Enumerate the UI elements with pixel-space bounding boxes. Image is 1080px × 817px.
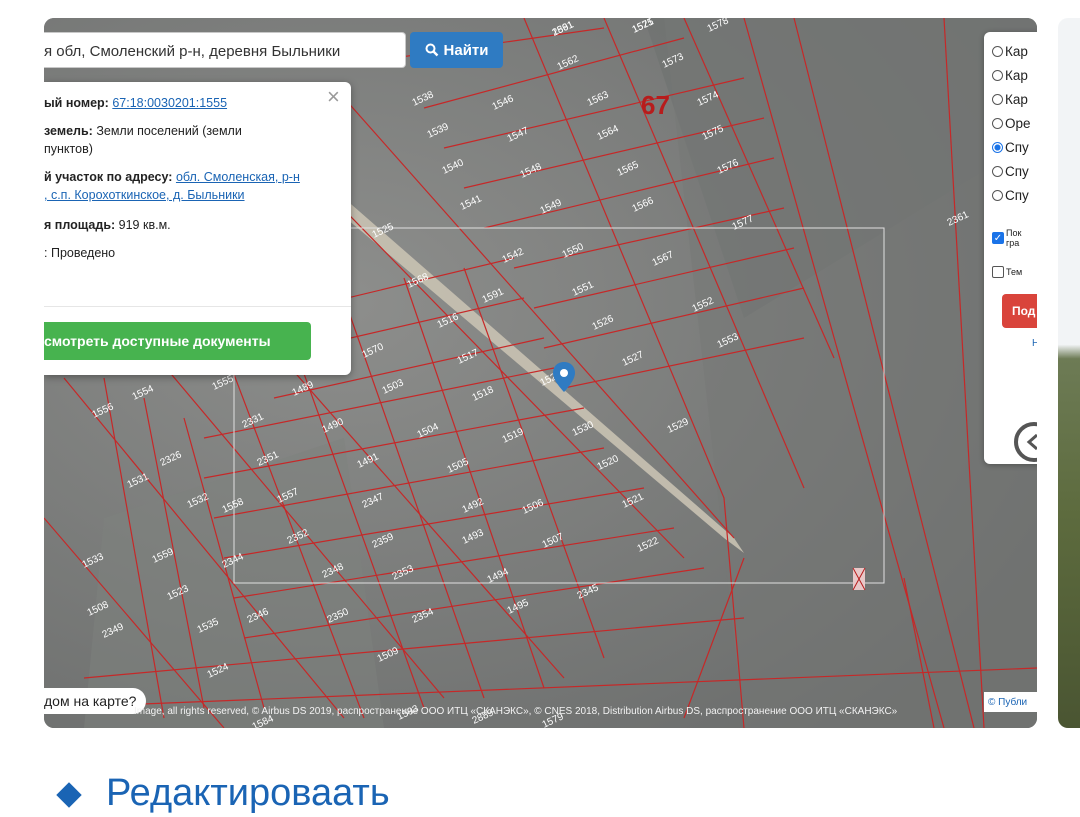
- address-label: й участок по адресу:: [44, 170, 173, 184]
- layer-option[interactable]: Оре: [992, 116, 1031, 131]
- category-value: Земли поселений (земли: [96, 124, 242, 138]
- radio-icon: [992, 118, 1003, 129]
- checkbox-checked-icon: ✓: [992, 232, 1004, 244]
- radio-icon: [992, 166, 1003, 177]
- submit-button[interactable]: Под: [1002, 294, 1037, 328]
- submit-button-label: Под: [1012, 304, 1036, 318]
- layer-option-label: Спу: [1005, 188, 1029, 203]
- radio-icon: [992, 94, 1003, 105]
- search-icon: [425, 43, 438, 57]
- layer-option-label: Кар: [1005, 92, 1028, 107]
- checkbox-theme[interactable]: Тем: [992, 266, 1022, 278]
- status-label: :: [44, 246, 48, 260]
- category-value-2: пунктов): [44, 142, 93, 156]
- layer-option[interactable]: Кар: [992, 68, 1028, 83]
- search-button[interactable]: Найти: [410, 32, 503, 68]
- divider: [44, 306, 351, 307]
- area-label: я площадь:: [44, 218, 116, 232]
- area-value: 919 кв.м.: [118, 218, 171, 232]
- map-card[interactable]: 67 1561 1571 1578 1562 1573 1538 1546 1563 1574 1…: [44, 18, 1037, 728]
- layer-option[interactable]: Кар: [992, 44, 1028, 59]
- edit-link[interactable]: Редактироваать: [56, 772, 390, 815]
- map-attribution: Image, all rights reserved, © Airbus DS …: [134, 706, 898, 717]
- checkbox-borders-label: Пок: [1006, 228, 1022, 238]
- radio-icon: [992, 70, 1003, 81]
- layer-option[interactable]: Спу: [992, 164, 1029, 179]
- category-label: земель:: [44, 124, 93, 138]
- layer-option[interactable]: Кар: [992, 92, 1028, 107]
- layer-switcher-panel: Кар Кар Кар Оре Спу Спу Спу ✓ Пок гра Тем Под Н: [984, 32, 1037, 464]
- edit-link-label: Редактироваать: [106, 772, 390, 814]
- search-button-label: Найти: [443, 41, 489, 59]
- checkbox-theme-label: Тем: [1006, 267, 1023, 277]
- edit-pencil-icon: [56, 782, 82, 808]
- layer-option-label: Кар: [1005, 44, 1028, 59]
- status-value: Проведено: [50, 246, 116, 260]
- parcel-info-popup: × ый номер: 67:18:0030201:1555 земель: З…: [44, 82, 351, 375]
- checkbox-borders[interactable]: ✓ Пок гра: [992, 228, 1021, 248]
- checkbox-borders-label-2: гра: [1006, 238, 1020, 248]
- radio-icon: [992, 46, 1003, 57]
- layer-option-label: Кар: [1005, 68, 1028, 83]
- view-documents-label: смотреть доступные документы: [44, 333, 271, 349]
- public-map-link[interactable]: © Публи: [984, 692, 1037, 712]
- cadastral-link[interactable]: 67:18:0030201:1555: [112, 96, 227, 110]
- layer-option[interactable]: Спу: [992, 188, 1029, 203]
- radio-icon: [992, 142, 1003, 153]
- address-link[interactable]: обл. Смоленская, р-н: [176, 170, 300, 184]
- tower-icon: [852, 567, 866, 591]
- layer-option-label: Спу: [1005, 140, 1029, 155]
- where-on-map-button[interactable]: дом на карте?: [44, 688, 146, 714]
- search-input-value: я обл, Смоленский р-н, деревня Быльники: [44, 43, 341, 60]
- radio-icon: [992, 190, 1003, 201]
- close-icon[interactable]: ×: [327, 86, 340, 108]
- location-pin-icon[interactable]: [553, 362, 575, 411]
- nav-circle-icon[interactable]: [1014, 422, 1037, 462]
- address-link-2[interactable]: , с.п. Корохоткинское, д. Быльники: [44, 188, 245, 202]
- layer-link[interactable]: Н: [1032, 338, 1037, 349]
- layer-option[interactable]: Спу: [992, 140, 1029, 155]
- next-card-preview[interactable]: [1058, 18, 1080, 728]
- where-on-map-label: дом на карте?: [44, 693, 137, 709]
- cadastral-label: ый номер:: [44, 96, 109, 110]
- view-documents-button[interactable]: смотреть доступные документы: [44, 322, 311, 360]
- layer-option-label: Спу: [1005, 164, 1029, 179]
- region-number: 67: [641, 90, 670, 120]
- checkbox-unchecked-icon: [992, 266, 1004, 278]
- search-input[interactable]: я обл, Смоленский р-н, деревня Быльники: [44, 32, 406, 68]
- layer-option-label: Оре: [1005, 116, 1031, 131]
